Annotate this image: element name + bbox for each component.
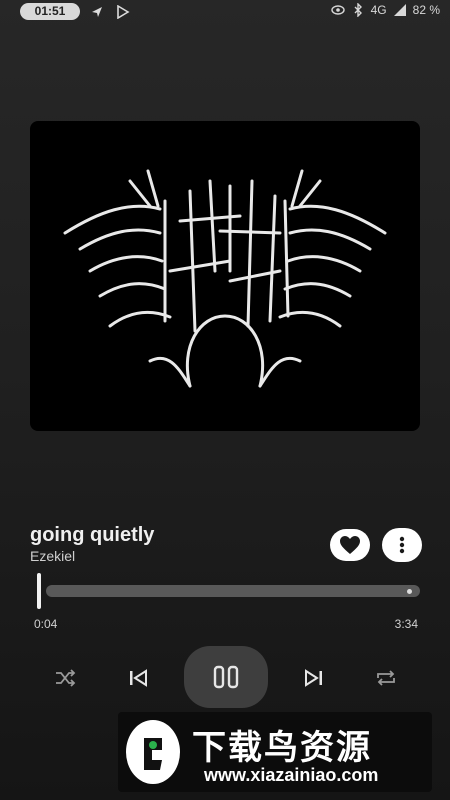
progress-bar[interactable] bbox=[46, 585, 420, 597]
eye-icon bbox=[330, 5, 345, 15]
bird-logo-icon bbox=[126, 720, 180, 784]
play-store-icon bbox=[117, 5, 130, 19]
status-right-group: 4G 82 % bbox=[330, 3, 440, 17]
watermark-banner: 下载鸟资源 www.xiazainiao.com bbox=[118, 712, 432, 792]
favorite-button[interactable] bbox=[330, 529, 370, 561]
shuffle-icon bbox=[56, 669, 76, 687]
next-icon bbox=[305, 669, 322, 687]
status-bar: 01:51 4G 82 % bbox=[0, 0, 450, 24]
watermark-url: www.xiazainiao.com bbox=[204, 765, 379, 785]
next-button[interactable] bbox=[300, 664, 328, 692]
repeat-icon bbox=[377, 670, 395, 686]
more-vertical-icon bbox=[399, 536, 405, 554]
progress-thumb[interactable] bbox=[37, 573, 41, 609]
shuffle-button[interactable] bbox=[52, 664, 80, 692]
total-time: 3:34 bbox=[394, 617, 418, 631]
track-artist[interactable]: Ezekiel bbox=[30, 548, 75, 564]
bluetooth-icon bbox=[354, 3, 362, 17]
repeat-button[interactable] bbox=[372, 664, 400, 692]
pause-icon bbox=[213, 665, 239, 689]
previous-icon bbox=[130, 669, 147, 687]
watermark-brand: 下载鸟资源 bbox=[192, 729, 372, 767]
signal-icon bbox=[393, 4, 406, 16]
previous-button[interactable] bbox=[124, 664, 152, 692]
play-pause-button[interactable] bbox=[184, 646, 268, 708]
network-type: 4G bbox=[370, 3, 387, 17]
heart-icon bbox=[340, 536, 360, 554]
progress-end-marker bbox=[407, 589, 412, 594]
ezekiel-logo-artwork bbox=[63, 169, 387, 388]
battery-level: 82 % bbox=[412, 3, 440, 17]
navigation-arrow-icon bbox=[92, 7, 102, 17]
current-time: 0:04 bbox=[34, 617, 58, 631]
status-time: 01:51 bbox=[20, 3, 80, 20]
album-cover bbox=[30, 121, 420, 431]
track-title: going quietly bbox=[30, 524, 155, 546]
more-options-button[interactable] bbox=[382, 528, 422, 562]
